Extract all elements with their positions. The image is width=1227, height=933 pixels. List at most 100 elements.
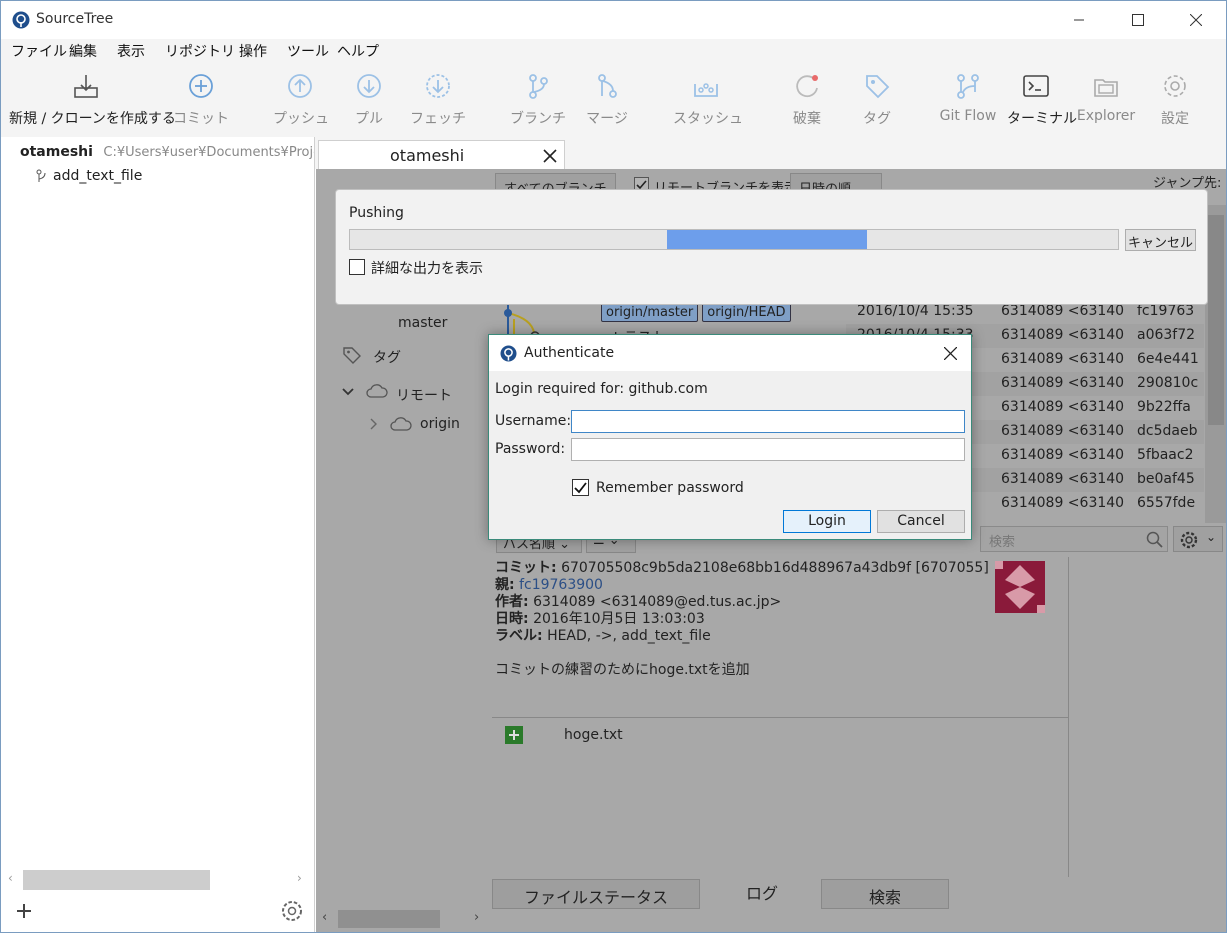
commit-hash: 5fbaac2 (1137, 447, 1194, 463)
parent-line: 親: fc19763900 (495, 577, 603, 593)
branch-icon (36, 169, 46, 182)
author-line: 作者: 6314089 <6314089@ed.tus.ac.jp> (495, 594, 782, 610)
fetch-button[interactable]: フェッチ (409, 71, 467, 128)
minimize-button[interactable] (1056, 5, 1102, 35)
sourcetree-logo-icon (12, 11, 30, 29)
nav-remotes[interactable]: リモート (396, 385, 452, 405)
menu-actions[interactable]: 操作 (239, 41, 267, 61)
remember-password-checkbox[interactable] (572, 479, 589, 496)
cancel-button[interactable]: Cancel (877, 510, 965, 533)
repo-path: C:¥Users¥user¥Documents¥Projec (103, 145, 314, 160)
commit-author: 6314089 <6314089 (1001, 303, 1125, 319)
tab-log[interactable]: ログ (705, 877, 819, 909)
verbose-checkbox[interactable] (349, 259, 365, 275)
menu-repository[interactable]: リポジトリ (165, 41, 235, 61)
merge-button[interactable]: マージ (581, 71, 633, 128)
tab-otameshi[interactable]: otameshi (318, 140, 565, 169)
commit-graph (504, 299, 540, 339)
file-search-input[interactable]: 検索 (980, 526, 1168, 552)
gitflow-button[interactable]: Git Flow (939, 71, 997, 124)
pushing-panel: Pushing キャンセル 詳細な出力を表示 (335, 189, 1208, 305)
gear-icon (1164, 75, 1186, 97)
password-label: Password: (495, 441, 566, 457)
date-line: 日時: 2016年10月5日 13:03:03 (495, 611, 705, 627)
right-pane-divider (1068, 717, 1069, 877)
tab-file-status[interactable]: ファイルステータス (492, 879, 700, 909)
commit-details: コミット: 670705508c9b5da2108e68bb16d488967a… (492, 557, 1068, 717)
username-label: Username: (495, 413, 572, 429)
maximize-button[interactable] (1115, 5, 1161, 35)
push-button[interactable]: プッシュ (273, 71, 329, 128)
close-button[interactable] (1173, 5, 1219, 35)
plus-circle-icon (189, 74, 213, 98)
commit-hash: 290810c (1137, 375, 1199, 391)
scroll-left-icon[interactable]: ‹ (8, 871, 13, 885)
menu-bar: ファイル 編集 表示 リポジトリ 操作 ツール ヘルプ (1, 39, 1226, 63)
cloud-icon (390, 417, 412, 431)
commit-message: コミットの練習のためにhoge.txtを追加 (495, 662, 750, 678)
window-title: SourceTree (36, 11, 114, 27)
discard-button[interactable]: 破棄 (785, 71, 829, 128)
file-options-dropdown[interactable]: ⌄ (1173, 526, 1223, 552)
chevron-right-icon[interactable] (369, 418, 377, 430)
add-repo-icon[interactable] (15, 902, 33, 920)
labels-line: ラベル: HEAD, ->, add_text_file (495, 628, 711, 644)
commit-author: 6314089 <6314089 (1001, 471, 1125, 487)
commit-hash: fc19763 (1137, 303, 1195, 319)
login-button[interactable]: Login (783, 510, 871, 533)
scrollbar-thumb[interactable] (1208, 215, 1224, 425)
commit-hash-line: コミット: 670705508c9b5da2108e68bb16d488967a… (495, 560, 989, 576)
settings-button[interactable]: 設定 (1155, 71, 1195, 128)
tab-search[interactable]: 検索 (821, 879, 949, 909)
username-input[interactable] (571, 410, 965, 433)
explorer-button[interactable]: Explorer (1075, 71, 1137, 124)
repo-bookmark[interactable]: otameshi C:¥Users¥user¥Documents¥Projec (20, 144, 314, 160)
file-added-icon (505, 726, 523, 744)
password-input[interactable] (571, 438, 965, 461)
nav-master[interactable]: master (398, 315, 447, 331)
pull-button[interactable]: プル (345, 71, 393, 128)
chevron-down-icon[interactable] (342, 387, 354, 397)
clone-button[interactable]: 新規 / クローンを作成する (9, 71, 176, 128)
tag-button[interactable]: タグ (857, 71, 897, 128)
commit-author: 6314089 <6314089 (1001, 375, 1125, 391)
nav-origin[interactable]: origin (420, 416, 460, 432)
terminal-icon (1023, 75, 1049, 97)
parent-link[interactable]: fc19763900 (519, 577, 603, 593)
stash-button[interactable]: スタッシュ (673, 71, 743, 128)
terminal-button[interactable]: ターミナル (1007, 71, 1077, 128)
pane-divider (492, 717, 1068, 718)
branch-item[interactable]: add_text_file (36, 168, 142, 184)
dialog-title-bar: Authenticate (489, 335, 971, 371)
sidebar-scrollbar[interactable]: ‹ › (1, 869, 314, 891)
scrollbar-thumb[interactable] (338, 910, 440, 928)
scroll-left-icon[interactable]: ‹ (322, 910, 327, 925)
menu-help[interactable]: ヘルプ (337, 41, 379, 61)
bookmarks-sidebar: otameshi C:¥Users¥user¥Documents¥Projec … (1, 137, 315, 932)
scroll-right-icon[interactable]: › (297, 871, 302, 885)
scroll-right-icon[interactable]: › (474, 910, 479, 925)
commit-author: 6314089 <6314089 (1001, 495, 1125, 511)
ref-origin-head[interactable]: origin/HEAD (702, 303, 791, 322)
menu-tools[interactable]: ツール (287, 41, 329, 61)
menu-view[interactable]: 表示 (117, 41, 145, 61)
toolbar: 新規 / クローンを作成する コミット プッシュ プル フェッチ ブランチ マー… (1, 63, 1226, 137)
ref-origin-master[interactable]: origin/master (601, 303, 699, 322)
commit-button[interactable]: コミット (173, 71, 229, 128)
gear-icon[interactable] (280, 899, 304, 923)
close-icon[interactable] (543, 149, 557, 163)
pushing-title: Pushing (349, 205, 404, 221)
close-icon[interactable] (944, 347, 957, 360)
scrollbar-thumb[interactable] (23, 870, 210, 890)
commit-list-scrollbar[interactable] (1205, 205, 1226, 523)
title-bar: SourceTree (1, 1, 1226, 39)
branch-button[interactable]: ブランチ (509, 71, 567, 128)
authenticate-dialog: Authenticate Login required for: github.… (488, 334, 972, 540)
nav-tags[interactable]: タグ (373, 347, 401, 367)
menu-file[interactable]: ファイル (11, 41, 67, 61)
file-name[interactable]: hoge.txt (564, 727, 623, 743)
ref-labels: origin/master origin/HEAD (601, 303, 791, 322)
commit-author: 6314089 <6314089 (1001, 423, 1125, 439)
cancel-push-button[interactable]: キャンセル (1125, 229, 1196, 251)
menu-edit[interactable]: 編集 (69, 41, 97, 61)
